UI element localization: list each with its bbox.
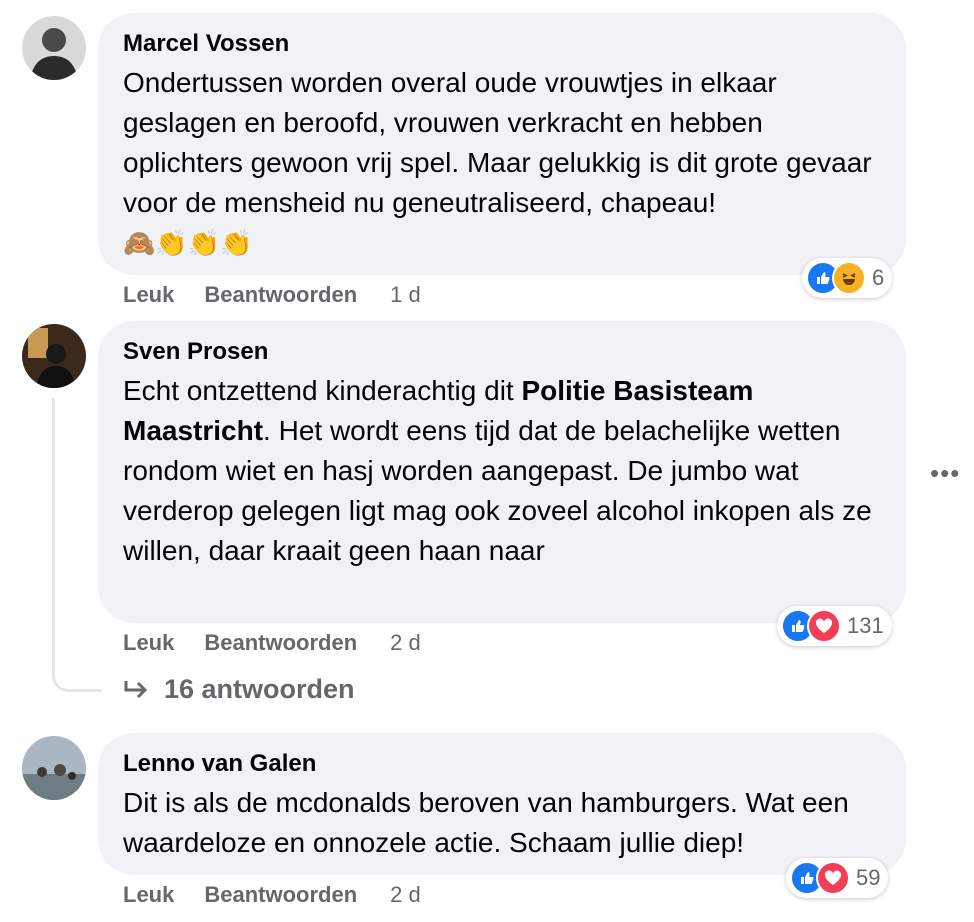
replies-count[interactable]: 16 antwoorden [164, 674, 355, 705]
like-button[interactable]: Leuk [123, 882, 174, 908]
reaction-count: 6 [872, 265, 885, 290]
reaction-count: 131 [847, 613, 884, 638]
comment-actions: Leuk Beantwoorden 2 d [123, 882, 421, 908]
comment-timestamp[interactable]: 1 d [390, 282, 421, 308]
reaction-summary[interactable]: 59 [786, 858, 889, 898]
comment-timestamp[interactable]: 2 d [390, 882, 421, 908]
view-replies-link[interactable]: 16 antwoorden [122, 674, 355, 705]
comment-text: Echt ontzettend kinderachtig dit Politie… [123, 371, 880, 571]
comment-author[interactable]: Lenno van Galen [123, 749, 880, 779]
reply-arrow-icon [124, 680, 148, 698]
comment-actions: Leuk Beantwoorden 2 d [123, 630, 421, 656]
comment-author[interactable]: Marcel Vossen [123, 29, 880, 59]
comment-text: Ondertussen worden overal oude vrouwtjes… [123, 67, 872, 218]
comment-bubble: Sven Prosen Echt ontzettend kinderachtig… [98, 321, 906, 623]
thread-line [52, 398, 102, 692]
avatar[interactable] [22, 736, 86, 800]
like-button[interactable]: Leuk [123, 282, 174, 308]
haha-icon [832, 261, 866, 295]
comment-text: Dit is als de mcdonalds beroven van hamb… [123, 787, 849, 858]
love-icon [807, 609, 841, 643]
comment-timestamp[interactable]: 2 d [390, 630, 421, 656]
like-button[interactable]: Leuk [123, 630, 174, 656]
comment-emojis: 🙈👏👏👏 [123, 228, 253, 258]
comment-text-start: Echt ontzettend kinderachtig dit [123, 375, 522, 406]
reply-button[interactable]: Beantwoorden [204, 282, 357, 308]
comment-bubble: Lenno van Galen Dit is als de mcdonalds … [98, 733, 906, 875]
comment-bubble: Marcel Vossen Ondertussen worden overal … [98, 13, 906, 275]
reaction-count: 59 [856, 865, 881, 890]
more-options-icon[interactable]: ••• [930, 458, 960, 489]
comment-actions: Leuk Beantwoorden 1 d [123, 282, 421, 308]
comment-author[interactable]: Sven Prosen [123, 337, 880, 367]
reply-button[interactable]: Beantwoorden [204, 630, 357, 656]
reaction-summary[interactable]: 131 [777, 606, 892, 646]
avatar[interactable] [22, 324, 86, 388]
reply-button[interactable]: Beantwoorden [204, 882, 357, 908]
love-icon [816, 861, 850, 895]
reaction-summary[interactable]: 6 [802, 258, 893, 298]
avatar[interactable] [22, 16, 86, 80]
